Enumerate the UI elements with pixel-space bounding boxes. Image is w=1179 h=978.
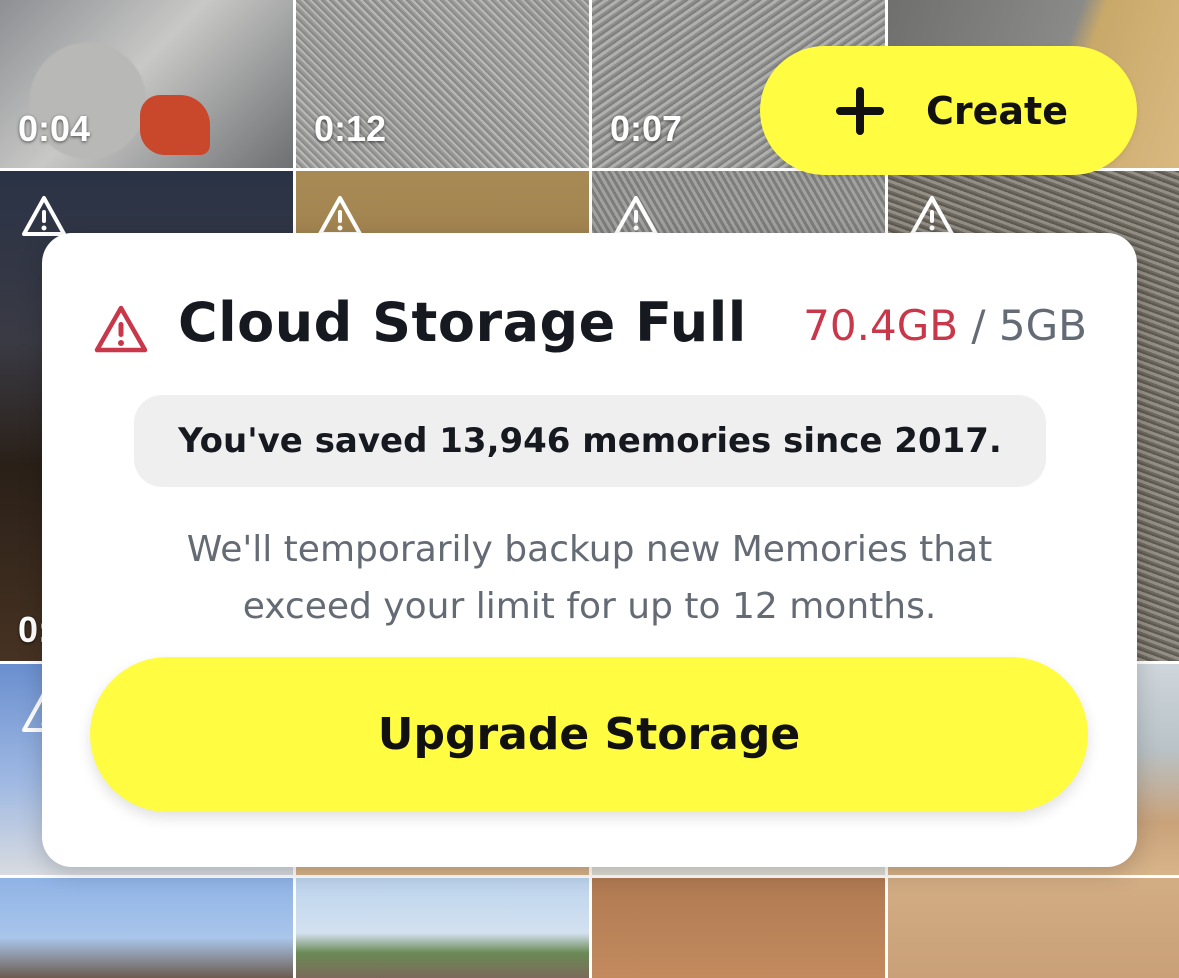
warning-icon: [614, 196, 658, 236]
memory-thumbnail[interactable]: 0:04: [0, 0, 293, 168]
dialog-description: We'll temporarily backup new Memories th…: [132, 521, 1047, 635]
dialog-title: Cloud Storage Full: [178, 291, 747, 354]
create-button[interactable]: Create: [760, 46, 1137, 175]
memory-thumbnail[interactable]: [888, 878, 1179, 978]
warning-icon: [22, 196, 66, 236]
description-line: exceed your limit for up to 12 months.: [242, 586, 937, 627]
create-button-label: Create: [926, 88, 1068, 133]
memories-summary: You've saved 13,946 memories since 2017.: [134, 395, 1046, 487]
storage-usage: 70.4GB / 5GB: [803, 301, 1087, 350]
plus-icon: [836, 86, 884, 135]
storage-limit: 5GB: [998, 301, 1087, 350]
storage-separator: /: [958, 301, 999, 350]
storage-used: 70.4GB: [803, 301, 959, 350]
memory-thumbnail[interactable]: [0, 878, 293, 978]
warning-icon: [94, 305, 148, 353]
video-duration: 0:04: [18, 108, 91, 149]
video-duration: 0:12: [314, 108, 387, 149]
warning-icon: [318, 196, 362, 236]
memory-thumbnail[interactable]: 0:12: [296, 0, 589, 168]
memory-thumbnail[interactable]: [296, 878, 589, 978]
description-line: We'll temporarily backup new Memories th…: [186, 529, 993, 570]
warning-icon: [910, 196, 954, 236]
storage-full-dialog: Cloud Storage Full 70.4GB / 5GB You've s…: [42, 233, 1137, 867]
memory-thumbnail[interactable]: [592, 878, 885, 978]
video-duration: 0:07: [610, 108, 683, 149]
upgrade-storage-button[interactable]: Upgrade Storage: [90, 657, 1088, 812]
